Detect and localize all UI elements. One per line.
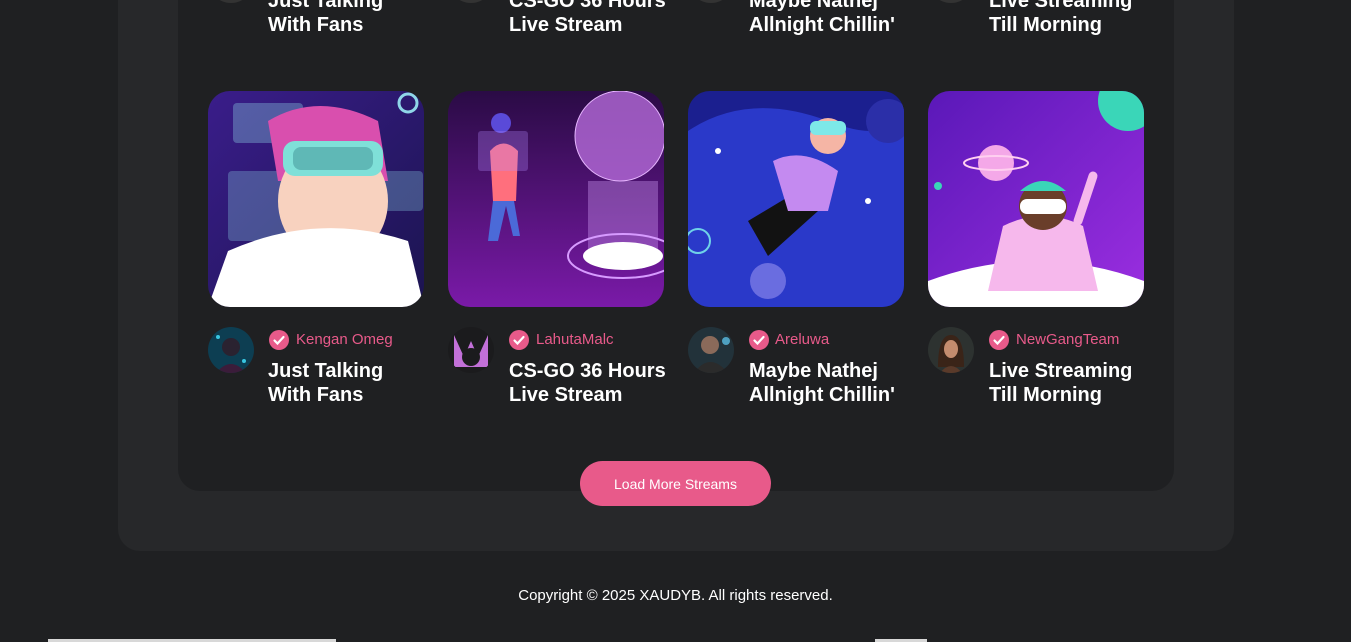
streamer-avatar bbox=[448, 327, 494, 373]
hologram-globe-image bbox=[448, 91, 664, 307]
stream-title[interactable]: Just Talking With Fans bbox=[268, 359, 428, 407]
stream-title[interactable]: Maybe Nathej Allnight Chillin' bbox=[749, 0, 909, 37]
stream-title[interactable]: Live Streaming Till Morning bbox=[989, 359, 1149, 407]
avatar[interactable] bbox=[928, 327, 974, 373]
verified-icon bbox=[509, 330, 529, 350]
stream-thumbnail[interactable] bbox=[448, 91, 664, 307]
vr-planet-party-image bbox=[928, 91, 1144, 307]
stream-title[interactable]: Just Talking With Fans bbox=[268, 0, 428, 37]
verified-icon bbox=[749, 330, 769, 350]
streamer-avatar bbox=[928, 327, 974, 373]
stream-thumbnail[interactable] bbox=[208, 91, 424, 307]
stream-thumbnail[interactable] bbox=[688, 91, 904, 307]
stream-author[interactable]: Areluwa bbox=[775, 331, 829, 348]
stream-author[interactable]: LahutaMalc bbox=[536, 331, 614, 348]
stream-title[interactable]: Maybe Nathej Allnight Chillin' bbox=[749, 359, 909, 407]
copyright-text: Copyright © 2025 XAUDYB. All rights rese… bbox=[518, 587, 833, 604]
stream-author[interactable]: NewGangTeam bbox=[1016, 331, 1119, 348]
stream-thumbnail[interactable] bbox=[928, 91, 1144, 307]
avatar[interactable] bbox=[448, 327, 494, 373]
streamer-avatar bbox=[208, 327, 254, 373]
load-more-button[interactable]: Load More Streams bbox=[580, 461, 771, 506]
avatar[interactable] bbox=[688, 327, 734, 373]
stream-author[interactable]: Kengan Omeg bbox=[296, 331, 393, 348]
stream-title[interactable]: CS-GO 36 Hours Live Stream bbox=[509, 359, 669, 407]
floating-vr-space-image bbox=[688, 91, 904, 307]
avatar[interactable] bbox=[208, 327, 254, 373]
verified-icon bbox=[269, 330, 289, 350]
vr-headset-data-image bbox=[208, 91, 424, 307]
verified-icon bbox=[989, 330, 1009, 350]
stream-title[interactable]: CS-GO 36 Hours Live Stream bbox=[509, 0, 669, 37]
streamer-avatar bbox=[688, 327, 734, 373]
stream-title[interactable]: Live Streaming Till Morning bbox=[989, 0, 1149, 37]
